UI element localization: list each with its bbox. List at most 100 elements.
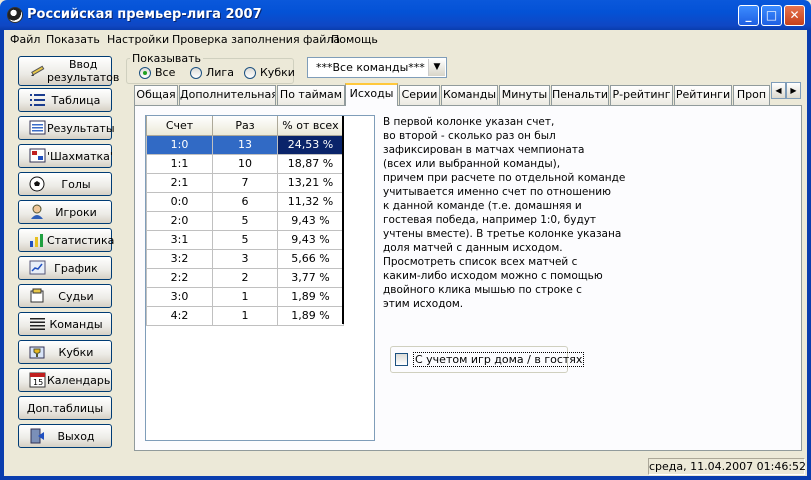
table-row[interactable]: 3:1 5 9,43 % [146, 229, 344, 250]
nav-cups-button[interactable]: Кубки [18, 340, 112, 364]
table-row[interactable]: 3:0 1 1,89 % [146, 286, 344, 307]
tab-series[interactable]: Серии [399, 85, 440, 105]
cup-icon [29, 344, 47, 360]
radio-cups[interactable]: Кубки [244, 66, 295, 79]
nav-exit-button[interactable]: Выход [18, 424, 112, 448]
nav-results-label: Результаты [47, 121, 115, 135]
maximize-button[interactable]: □ [761, 5, 782, 26]
cell-count: 10 [212, 153, 278, 174]
status-bar: среда, 11.04.2007 01:46:52 [4, 456, 807, 476]
tab-general[interactable]: Общая [134, 85, 178, 105]
nav-results-button[interactable]: Результаты [18, 116, 115, 140]
tab-minutes[interactable]: Минуты [499, 85, 550, 105]
tab-scroll-right-icon[interactable]: ▶ [786, 82, 801, 99]
tab-by-halves[interactable]: По таймам [277, 85, 345, 105]
table-row[interactable]: 2:1 7 13,21 % [146, 172, 344, 193]
header-score[interactable]: Счет [146, 116, 213, 136]
nav-extra-tables-button[interactable]: Доп.таблицы [18, 396, 112, 420]
soccer-ball-app-icon[interactable] [7, 7, 23, 23]
tab-ratings[interactable]: Рейтинги [674, 85, 732, 105]
nav-referees-button[interactable]: Судьи [18, 284, 112, 308]
cell-score: 4:2 [146, 305, 213, 326]
menu-bar: Файл Показать Настройки Проверка заполне… [4, 30, 807, 50]
close-button[interactable]: ✕ [784, 5, 805, 26]
menu-file[interactable]: Файл [10, 33, 40, 46]
nav-calendar-button[interactable]: 15 Календарь [18, 368, 112, 392]
list-icon [29, 92, 47, 108]
radio-cups-dot[interactable] [244, 66, 256, 79]
menu-check-file[interactable]: Проверка заполнения файла [172, 33, 340, 46]
cell-score: 0:0 [146, 191, 213, 212]
grid-column-divider [342, 116, 344, 324]
radio-league[interactable]: Лига [190, 66, 234, 79]
tab-strip: Общая Дополнительная По таймам Исходы Се… [134, 83, 784, 106]
nav-enter-results-button[interactable]: Ввод результатов [18, 56, 119, 86]
menu-show[interactable]: Показать [46, 33, 100, 46]
nav-goals-button[interactable]: Голы [18, 172, 112, 196]
tab-scroll-left-icon[interactable]: ◀ [771, 82, 786, 99]
player-icon [29, 204, 47, 220]
table-row[interactable]: 1:0 13 24,53 % [146, 134, 344, 155]
nav-chart-label: График [54, 261, 98, 275]
table-row[interactable]: 2:2 2 3,77 % [146, 267, 344, 288]
window-frame-right [807, 30, 811, 480]
table-row[interactable]: 0:0 6 11,32 % [146, 191, 344, 212]
nav-chessboard-label: 'Шахматка' [47, 149, 113, 163]
home-away-checkbox[interactable] [395, 353, 408, 366]
minimize-button[interactable]: _ [738, 5, 759, 26]
description-line: учитывается именно счет по отношению [383, 186, 611, 198]
window-frame-left [0, 30, 4, 480]
title-bar[interactable]: Российская премьер-лига 2007 _ □ ✕ [0, 0, 811, 30]
table-row[interactable]: 3:2 3 5,66 % [146, 248, 344, 269]
cell-percent: 13,21 % [277, 172, 344, 193]
grid-header-row: Счет Раз % от всех [146, 116, 344, 136]
cell-percent: 1,89 % [277, 305, 344, 326]
tab-penalties[interactable]: Пенальти [551, 85, 609, 105]
cell-count: 13 [212, 134, 278, 155]
radio-all[interactable]: Все [139, 66, 175, 79]
nav-referees-label: Судьи [58, 289, 94, 303]
nav-players-button[interactable]: Игроки [18, 200, 112, 224]
outcomes-grid[interactable]: Счет Раз % от всех 1:0 13 24,53 % 1:1 10 18,… [145, 115, 375, 441]
table-row[interactable]: 2:0 5 9,43 % [146, 210, 344, 231]
chevron-down-icon[interactable]: ▼ [428, 59, 445, 76]
description-line: доля матчей с данным исходом. [383, 242, 563, 254]
home-away-checkbox-group: С учетом игр дома / в гостях [390, 346, 585, 373]
radio-all-dot[interactable] [139, 66, 151, 79]
pencil-icon [29, 63, 47, 79]
cell-percent: 1,89 % [277, 286, 344, 307]
nav-statistics-button[interactable]: Статистика [18, 228, 114, 252]
nav-teams-button[interactable]: Команды [18, 312, 112, 336]
description-line: каким-либо исходом можно с помощью [383, 270, 603, 282]
tab-r-rating[interactable]: Р-рейтинг [610, 85, 673, 105]
status-datetime: среда, 11.04.2007 01:46:52 [648, 458, 807, 475]
tab-teams[interactable]: Команды [441, 85, 498, 105]
menu-settings[interactable]: Настройки [107, 33, 169, 46]
cell-count: 2 [212, 267, 278, 288]
window-title: Российская премьер-лига 2007 [27, 7, 262, 22]
nav-chart-button[interactable]: График [18, 256, 112, 280]
radio-league-dot[interactable] [190, 66, 202, 79]
description-line: (всех или выбранной команды), [383, 158, 561, 170]
menu-help[interactable]: Помощь [331, 33, 378, 46]
chessboard-icon [29, 148, 47, 164]
cell-count: 1 [212, 286, 278, 307]
team-select[interactable]: ***Все команды*** ▼ [307, 57, 447, 78]
tab-outcomes[interactable]: Исходы [345, 83, 398, 106]
tab-additional[interactable]: Дополнительная [179, 85, 276, 105]
nav-table-button[interactable]: Таблица [18, 88, 112, 112]
tab-more[interactable]: Проп [733, 85, 770, 105]
cell-count: 7 [212, 172, 278, 193]
cell-percent: 11,32 % [277, 191, 344, 212]
header-count[interactable]: Раз [212, 116, 278, 136]
nav-statistics-label: Статистика [47, 233, 115, 247]
nav-chessboard-button[interactable]: 'Шахматка' [18, 144, 113, 168]
nav-calendar-label: Календарь [47, 373, 111, 387]
table-row[interactable]: 1:1 10 18,87 % [146, 153, 344, 174]
table-row[interactable]: 4:2 1 1,89 % [146, 305, 344, 326]
description-line: гостевая победа, например 1:0, будут [383, 214, 597, 226]
header-percent[interactable]: % от всех [277, 116, 344, 136]
team-select-value: ***Все команды*** [316, 61, 425, 74]
nav-players-label: Игроки [55, 205, 97, 219]
home-away-checkbox-label[interactable]: С учетом игр дома / в гостях [413, 352, 585, 367]
